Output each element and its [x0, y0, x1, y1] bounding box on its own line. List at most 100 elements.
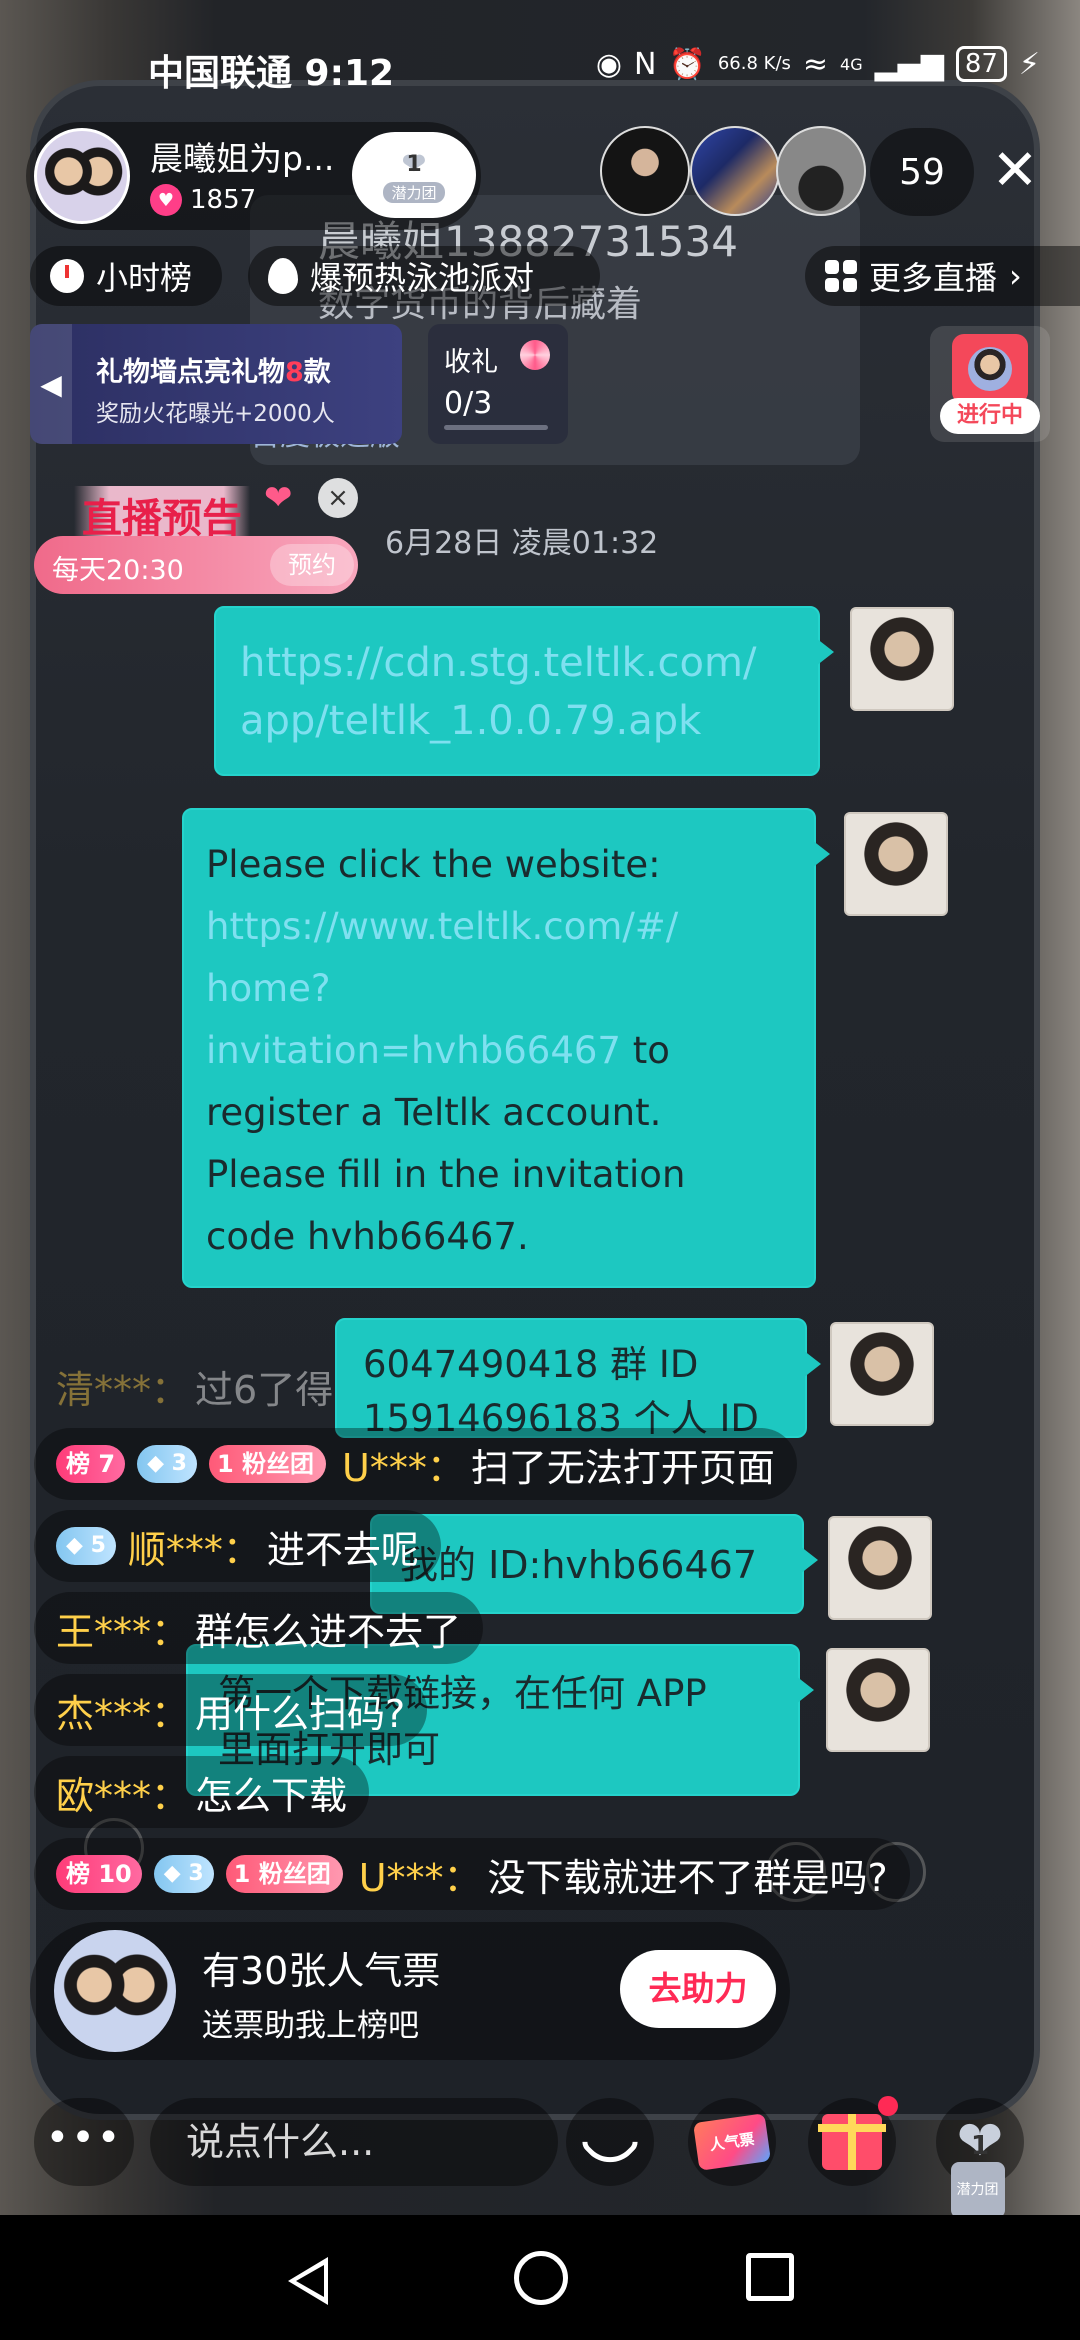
ongoing-live-card[interactable]: 进行中 [930, 326, 1050, 442]
host-avatar[interactable] [34, 128, 130, 224]
comment-text: 扫了无法打开页面 [470, 1445, 775, 1490]
preview-time: 每天20:30 [52, 555, 184, 586]
comment-user: U***： [358, 1855, 482, 1900]
fan-club-badge: 1 粉丝团 [208, 1445, 327, 1483]
live-avatar [952, 334, 1028, 404]
comment-user: 杰***： [56, 1691, 190, 1736]
comment-text: 没下载就进不了群是吗? [487, 1855, 888, 1900]
comment-item: 清***： 过6了得 [34, 1350, 355, 1422]
comment-text: 群怎么进不去了 [195, 1609, 462, 1654]
fan-heart-icon: ❤ 1 潜力团 [950, 2114, 1005, 2218]
viewer-avatar[interactable] [600, 126, 690, 216]
comment-item: 欧***： 怎么下载 [34, 1756, 370, 1828]
fan-club-bottom-button[interactable]: ❤ 1 潜力团 [936, 2098, 1024, 2218]
comment-input[interactable]: 说点什么... [150, 2098, 558, 2186]
flame-icon [268, 258, 298, 294]
status-bar: 中国联通 9:12 ◉ N ⏰ 66.8 K/s ≈ 4G ▂▄▆ 87 ⚡ [0, 38, 1080, 98]
fan-club-label: 潜力团 [383, 181, 445, 203]
battery-level: 87 [955, 46, 1007, 82]
gift-wall-reward: 奖励火花曝光+2000人 [96, 401, 335, 427]
event-label: 爆预热泳池派对 [310, 259, 535, 297]
ongoing-label: 进行中 [940, 398, 1040, 434]
recent-apps-icon[interactable] [746, 2253, 794, 2301]
comment-user: U***： [342, 1445, 465, 1490]
receive-gift-title: 收礼 [444, 347, 498, 378]
host-name[interactable]: 晨曦姐为p... [150, 132, 334, 180]
receive-gift-task[interactable]: 收礼 0/3 [428, 324, 568, 444]
diamond-badge: ◆ 5 [56, 1527, 116, 1565]
fan-heart-icon: ❤ 1 [401, 146, 427, 182]
comment-item: 榜 10 ◆ 3 1 粉丝团 U***： 没下载就进不了群是吗? [34, 1838, 910, 1910]
voice-call-button[interactable] [566, 2098, 654, 2186]
signal-icon: ▂▄▆ [874, 46, 944, 82]
comment-text: 过6了得 [195, 1367, 334, 1412]
more-button[interactable]: ••• [34, 2098, 134, 2186]
comment-text: 怎么下载 [195, 1773, 348, 1818]
wifi-icon: ≈ [802, 46, 829, 82]
fan-club-button[interactable]: ❤ 1 潜力团 [352, 132, 476, 218]
viewer-count[interactable]: 59 [870, 128, 974, 216]
gift-wall-title: 礼物墙点亮礼物8款 [96, 357, 331, 388]
host-avatar [54, 1930, 176, 2052]
chevron-left-icon[interactable]: ◀ [30, 324, 72, 444]
fan-club-badge: 1 粉丝团 [225, 1855, 343, 1893]
net-speed: 66.8 K/s [717, 53, 791, 74]
heart-icon: ♥ [150, 184, 182, 216]
comment-item: 杰***： 用什么扫码? [34, 1674, 428, 1746]
progress-bar [444, 425, 548, 430]
background-sender-avatar [844, 812, 948, 916]
lollipop-icon [520, 340, 550, 370]
comment-item: ◆ 5 顺***： 进不去呢 [34, 1510, 441, 1582]
system-nav-bar [0, 2215, 1080, 2340]
popularity-ticket-card: 有30张人气票 送票助我上榜吧 去助力 [30, 1922, 790, 2060]
reserve-button[interactable]: 预约 [270, 544, 354, 586]
background-sender-avatar [828, 1516, 932, 1620]
notification-dot [878, 2096, 898, 2116]
ticket-icon: 人气票 [693, 2113, 771, 2171]
grid-icon [825, 260, 857, 292]
diamond-badge: ◆ 3 [153, 1855, 214, 1893]
host-likes: ♥ 1857 [150, 184, 256, 216]
comment-text: 用什么扫码? [195, 1691, 406, 1736]
viewer-avatar[interactable] [776, 126, 866, 216]
ticket-subtitle: 送票助我上榜吧 [202, 2008, 419, 2044]
background-sender-avatar [830, 1322, 934, 1426]
background-date: 6月28日 凌晨01:32 [385, 526, 659, 561]
comment-user: 王***： [56, 1609, 190, 1654]
carrier-time: 中国联通 9:12 [148, 53, 395, 94]
gift-wall-card[interactable]: ◀ 礼物墙点亮礼物8款 奖励火花曝光+2000人 [30, 324, 402, 444]
gift-icon [818, 2114, 886, 2170]
preview-close-button[interactable]: × [318, 478, 358, 518]
comment-text: 进不去呢 [266, 1527, 419, 1572]
alarm-icon: ⏰ [668, 46, 706, 82]
popularity-ticket-button[interactable]: 人气票 [688, 2098, 776, 2186]
support-button[interactable]: 去助力 [620, 1950, 776, 2028]
diamond-badge: ◆ 3 [137, 1445, 197, 1483]
background-sender-avatar [850, 607, 954, 711]
hourly-rank-pill[interactable]: 小时榜 [30, 246, 222, 306]
more-live-pill[interactable]: 更多直播 › [805, 246, 1080, 306]
comment-user: 顺***： [127, 1527, 261, 1572]
event-pill[interactable]: 爆预热泳池派对 [248, 246, 600, 306]
more-live-label: 更多直播 [869, 259, 998, 297]
back-icon[interactable] [288, 2257, 328, 2305]
live-preview-notice: 直播预告 ❤ × 每天20:30 预约 [34, 478, 364, 594]
network-type: 4G [840, 54, 863, 74]
heart-icon: ❤ [264, 478, 293, 518]
nfc-icon: N [634, 46, 657, 82]
viewer-avatar[interactable] [690, 126, 780, 216]
clock-icon [50, 259, 84, 293]
rank-badge: 榜 10 [56, 1855, 142, 1893]
comment-item: 王***： 群怎么进不去了 [34, 1592, 484, 1664]
receive-gift-progress: 0/3 [444, 386, 493, 421]
home-icon[interactable] [514, 2251, 568, 2305]
comment-item: 榜 7 ◆ 3 1 粉丝团 U***： 扫了无法打开页面 [34, 1428, 797, 1500]
charging-icon: ⚡ [1018, 46, 1040, 82]
background-message-apk-link: https://cdn.stg.teltlk.com/ app/teltlk_1… [214, 606, 834, 776]
background-message-ids: 6047490418 群 ID 15914696183 个人 ID [335, 1318, 821, 1440]
chevron-right-icon: › [1009, 257, 1022, 295]
ticket-count-text: 有30张人气票 [202, 1949, 441, 1993]
status-icons: ◉ N ⏰ 66.8 K/s ≈ 4G ▂▄▆ 87 ⚡ [596, 46, 1040, 82]
background-sender-avatar [826, 1648, 930, 1752]
close-button[interactable]: ✕ [980, 138, 1050, 208]
